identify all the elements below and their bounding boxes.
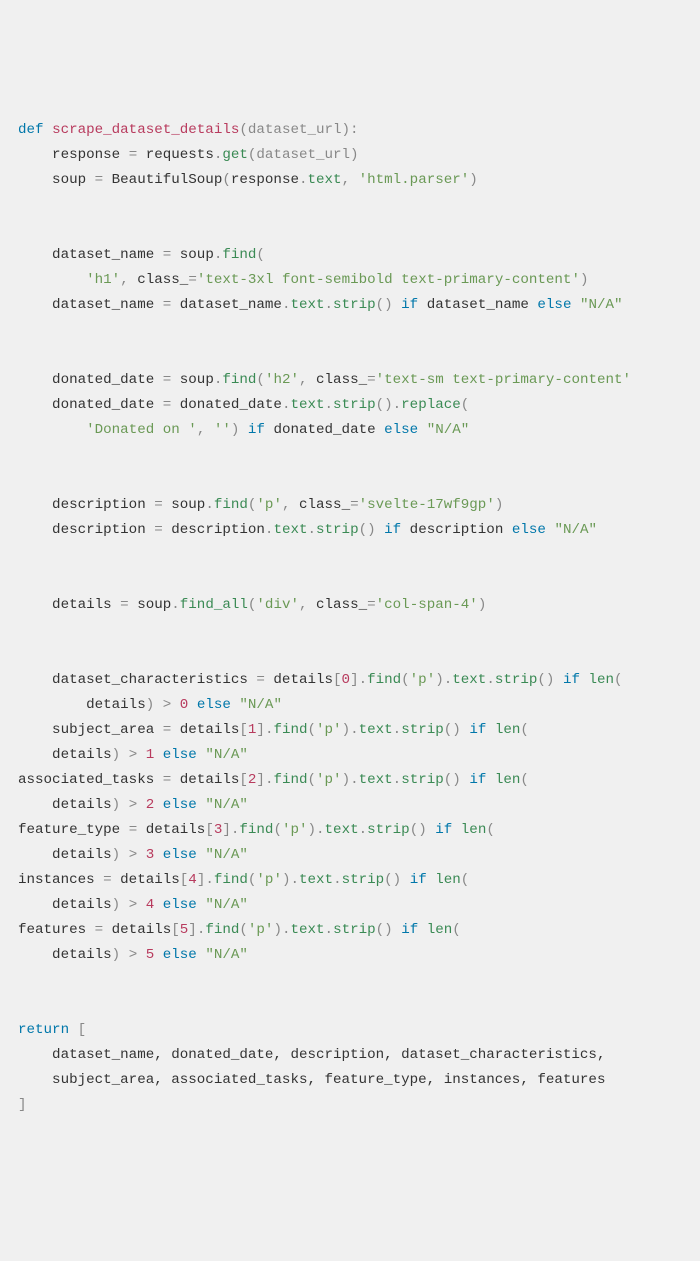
line-28: details) > 2 else "N/A" xyxy=(18,797,248,813)
line-11: donated_date = soup.find('h2', class_='t… xyxy=(18,372,631,388)
line-16: description = soup.find('p', class_='sve… xyxy=(18,497,503,513)
line-7: 'h1', class_='text-3xl font-semibold tex… xyxy=(18,272,588,288)
line-32: details) > 4 else "N/A" xyxy=(18,897,248,913)
line-39: subject_area, associated_tasks, feature_… xyxy=(18,1072,605,1088)
line-12: donated_date = donated_date.text.strip()… xyxy=(18,397,469,413)
line-1: def scrape_dataset_details(dataset_url): xyxy=(18,122,359,138)
line-29: feature_type = details[3].find('p').text… xyxy=(18,822,495,838)
line-34: details) > 5 else "N/A" xyxy=(18,947,248,963)
line-8: dataset_name = dataset_name.text.strip()… xyxy=(18,297,623,313)
line-26: details) > 1 else "N/A" xyxy=(18,747,248,763)
line-17: description = description.text.strip() i… xyxy=(18,522,597,538)
line-30: details) > 3 else "N/A" xyxy=(18,847,248,863)
line-27: associated_tasks = details[2].find('p').… xyxy=(18,772,529,788)
line-23: dataset_characteristics = details[0].fin… xyxy=(18,672,623,688)
line-20: details = soup.find_all('div', class_='c… xyxy=(18,597,486,613)
line-40: ] xyxy=(18,1097,27,1113)
line-24: details) > 0 else "N/A" xyxy=(18,697,282,713)
line-38: dataset_name, donated_date, description,… xyxy=(18,1047,605,1063)
line-6: dataset_name = soup.find( xyxy=(18,247,265,263)
code-block: def scrape_dataset_details(dataset_url):… xyxy=(18,118,682,1118)
line-37: return [ xyxy=(18,1022,86,1038)
line-31: instances = details[4].find('p').text.st… xyxy=(18,872,469,888)
line-33: features = details[5].find('p').text.str… xyxy=(18,922,461,938)
line-13: 'Donated on ', '') if donated_date else … xyxy=(18,422,469,438)
line-3: soup = BeautifulSoup(response.text, 'htm… xyxy=(18,172,478,188)
line-25: subject_area = details[1].find('p').text… xyxy=(18,722,529,738)
line-2: response = requests.get(dataset_url) xyxy=(18,147,359,163)
